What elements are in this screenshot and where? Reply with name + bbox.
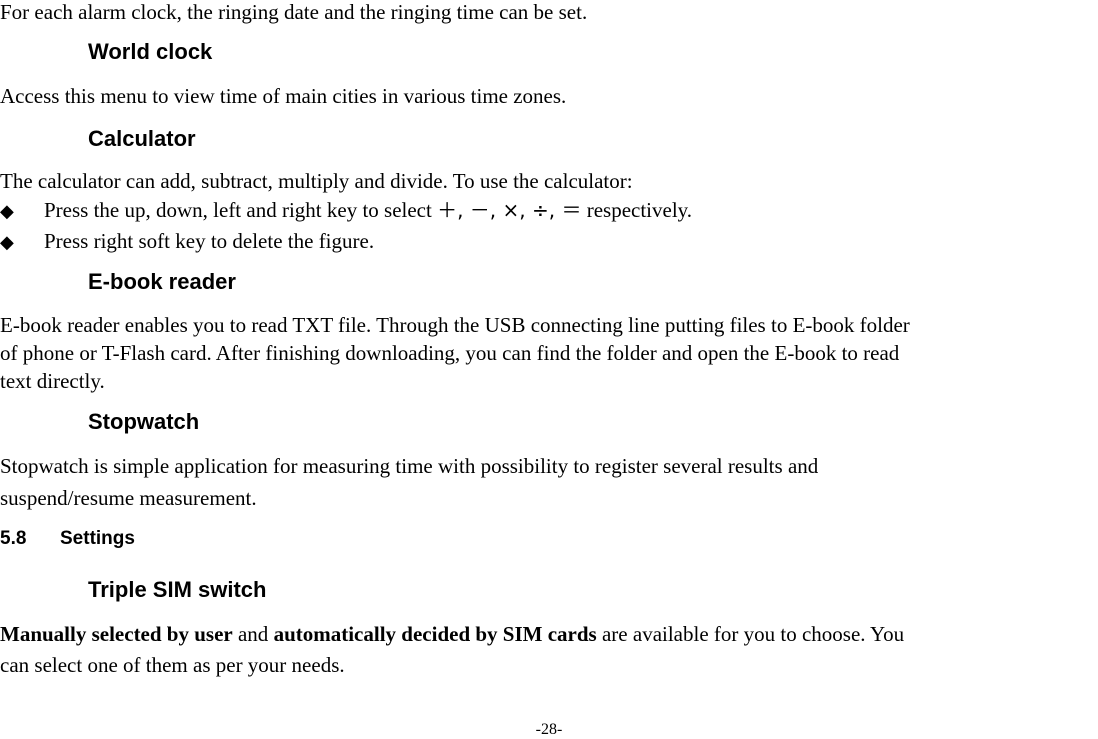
- calculator-paragraph: The calculator can add, subtract, multip…: [0, 169, 633, 193]
- sentence-tail: are available for you to choose. You: [596, 622, 905, 646]
- stopwatch-paragraph-line-1: Stopwatch is simple application for meas…: [0, 454, 819, 478]
- triple-sim-heading: Triple SIM switch: [88, 577, 267, 602]
- chapter-title: Settings: [60, 528, 135, 549]
- bullet-text-prefix: Press the up, down, left and right key t…: [44, 198, 438, 222]
- page-number: -28-: [535, 721, 563, 738]
- calculator-bullet-1: ◆ Press the up, down, left and right key …: [0, 198, 692, 223]
- world-clock-heading: World clock: [88, 39, 213, 64]
- ebook-paragraph-line-1: E-book reader enables you to read TXT fi…: [0, 313, 910, 337]
- stopwatch-paragraph-line-2: suspend/resume measurement.: [0, 486, 257, 510]
- diamond-bullet-icon: ◆: [0, 232, 14, 252]
- calculator-bullet-2: ◆ Press right soft key to delete the figu…: [0, 229, 374, 254]
- ebook-reader-heading: E-book reader: [88, 269, 236, 294]
- world-clock-paragraph: Access this menu to view time of main ci…: [0, 84, 567, 108]
- chapter-heading-settings: 5.8 Settings: [0, 528, 135, 550]
- chapter-number: 5.8: [0, 528, 27, 549]
- option-automatic: automatically decided by SIM cards: [273, 622, 597, 646]
- ebook-paragraph-line-3: text directly.: [0, 369, 105, 393]
- alarm-clock-paragraph: For each alarm clock, the ringing date a…: [0, 0, 588, 24]
- stopwatch-heading: Stopwatch: [88, 409, 200, 434]
- conjunction: and: [232, 622, 274, 646]
- diamond-bullet-icon: ◆: [0, 201, 14, 221]
- ebook-paragraph-line-2: of phone or T-Flash card. After finishin…: [0, 341, 900, 365]
- operator-symbols: ＋, －, ×, ÷, ＝: [437, 198, 582, 222]
- calculator-heading: Calculator: [88, 126, 196, 151]
- bullet-text: Press right soft key to delete the figur…: [44, 229, 375, 253]
- bullet-text-suffix: respectively.: [581, 198, 693, 222]
- triple-sim-paragraph-line-2: can select one of them as per your needs…: [0, 653, 345, 677]
- triple-sim-paragraph-line-1: Manually selected by user and automatica…: [0, 622, 1098, 646]
- option-manual: Manually selected by user: [0, 622, 233, 646]
